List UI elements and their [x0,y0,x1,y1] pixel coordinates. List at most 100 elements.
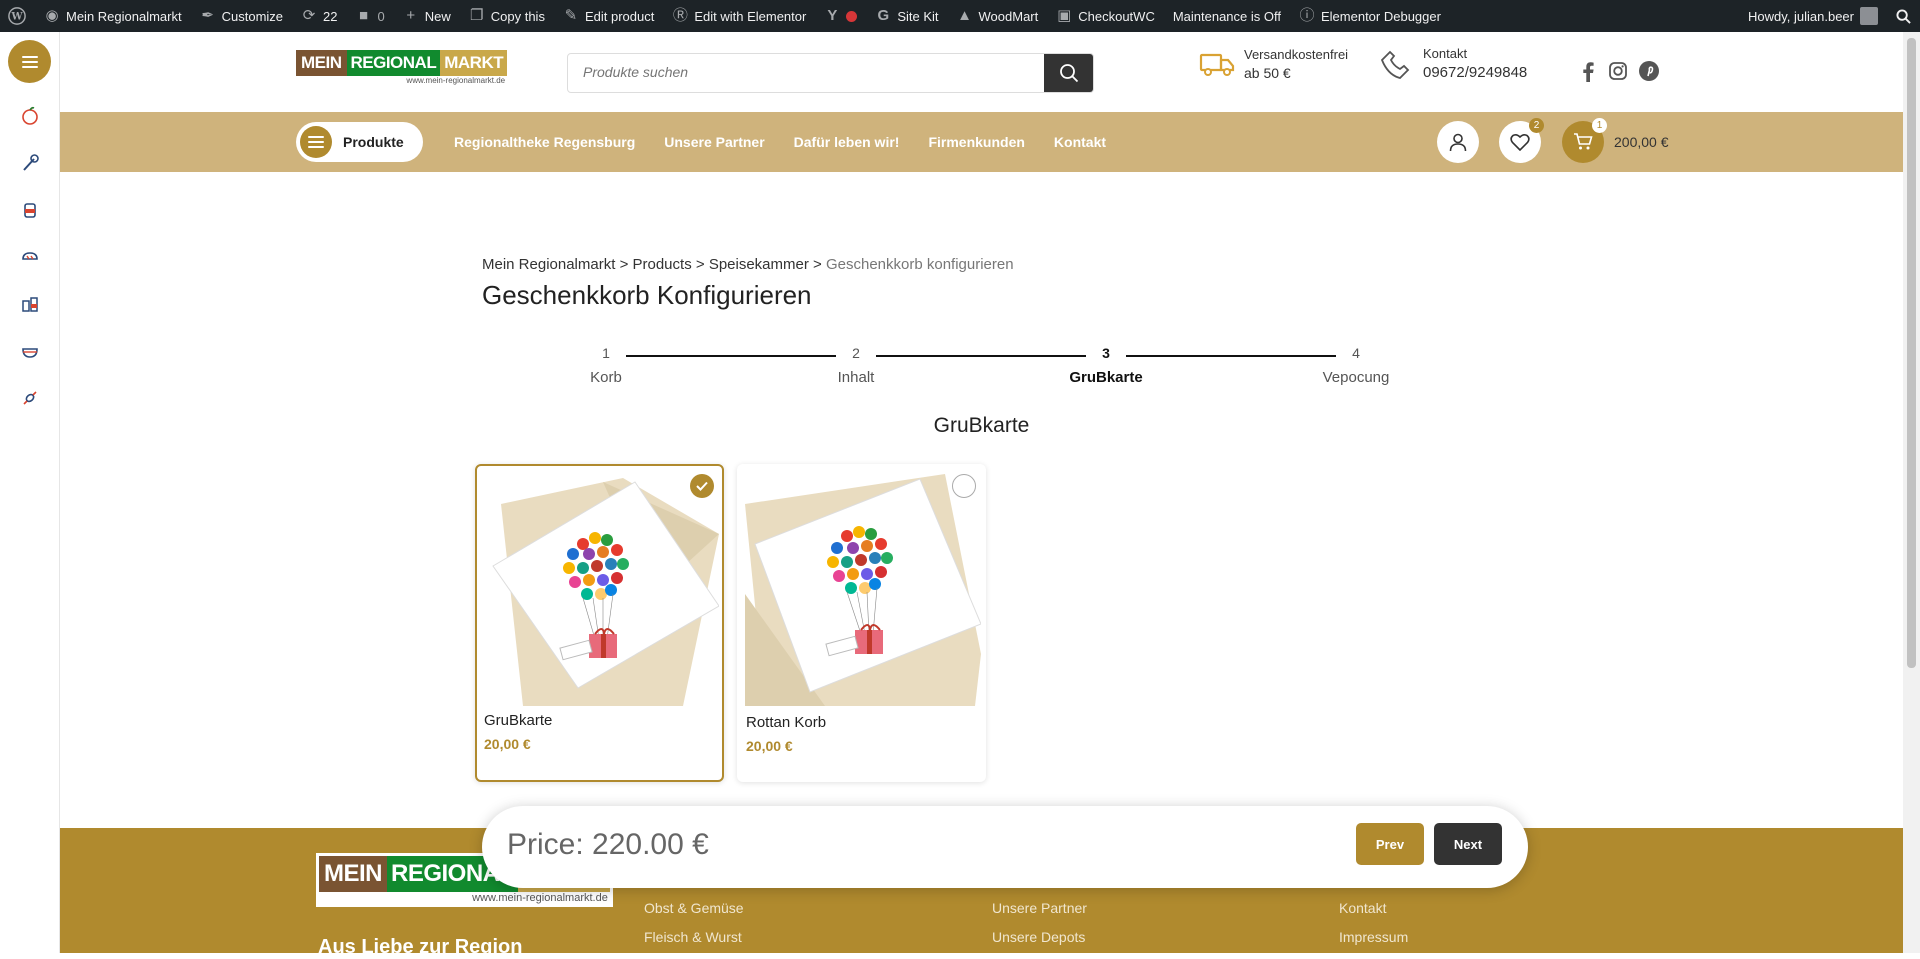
elementor-debugger-link[interactable]: ⓘ Elementor Debugger [1290,0,1450,32]
info-icon: ⓘ [1299,7,1315,24]
plus-icon: + [406,7,416,24]
menu-icon [308,136,324,148]
nav-link-partner[interactable]: Unsere Partner [664,134,764,150]
sticky-category-sidebar [0,32,60,953]
account-button[interactable] [1437,121,1479,163]
cart-icon [1574,133,1593,150]
maintenance-link[interactable]: Maintenance is Off [1164,0,1290,32]
breadcrumb-home[interactable]: Mein Regionalmarkt [482,256,615,273]
google-icon: G [877,7,890,24]
instagram-icon[interactable] [1608,61,1628,81]
product-card[interactable]: GruBkarte 20,00 € [475,464,724,782]
checkoutwc-link[interactable]: ▣ CheckoutWC [1047,0,1164,32]
selected-check-icon[interactable] [690,474,714,498]
main-navigation: Produkte Regionaltheke Regensburg Unsere… [60,112,1903,172]
bowl-icon[interactable] [19,340,41,362]
new-content-link[interactable]: + New [394,0,460,32]
page-scrollbar[interactable] [1903,32,1920,953]
cart-count-badge: 1 [1592,118,1607,133]
search-input[interactable] [568,54,1058,90]
dashboard-icon: ◉ [45,7,59,24]
updates-link[interactable]: ⟳ 22 [292,0,346,32]
site-name-link[interactable]: ◉ Mein Regionalmarkt [35,0,191,32]
section-title: GruBkarte [933,414,1030,437]
product-search [567,53,1094,93]
prev-button[interactable]: Prev [1356,823,1424,865]
site-kit-link[interactable]: G Site Kit [866,0,947,32]
search-button[interactable] [1044,54,1093,92]
step-inhalt[interactable]: 2 Inhalt [796,345,916,386]
product-name: Rottan Korb [746,714,827,731]
menu-icon [21,55,38,68]
phone-hand-icon [1380,50,1410,79]
cart-icon: ▣ [1057,7,1072,24]
footer-link[interactable]: Unsere Partner [992,900,1087,916]
copy-this-link[interactable]: ❐ Copy this [460,0,554,32]
copy-icon: ❐ [470,7,484,24]
site-logo[interactable]: MEIN REGIONAL MARKT www.mein-regionalmar… [296,50,508,85]
wordpress-logo-icon[interactable]: W [0,0,35,32]
pinterest-icon[interactable] [1638,60,1660,82]
footer-link[interactable]: Fleisch & Wurst [644,929,744,945]
customize-link[interactable]: ✒ Customize [191,0,292,32]
step-korb[interactable]: 1 Korb [546,345,666,386]
nav-link-firmenkunden[interactable]: Firmenkunden [928,134,1024,150]
footer-link[interactable]: Obst & Gemüse [644,900,744,916]
admin-search-button[interactable] [1887,0,1920,32]
yoast-link[interactable]: Y [815,0,866,32]
breadcrumb-speisekammer[interactable]: Speisekammer [709,256,809,273]
seo-status-dot [846,10,858,22]
scrollbar-thumb[interactable] [1907,38,1916,668]
heart-icon [1510,133,1530,151]
user-icon [1449,133,1467,152]
comment-icon: ■ [358,7,369,24]
greeting-card-image [492,478,719,706]
header-top: MEIN REGIONAL MARKT www.mein-regionalmar… [60,32,1903,112]
nav-link-regionaltheke[interactable]: Regionaltheke Regensburg [454,134,635,150]
footer-link[interactable]: Kontakt [1339,900,1408,916]
products-menu-button[interactable]: Produkte [296,122,423,162]
brush-icon: ✒ [201,7,214,24]
my-account-link[interactable]: Howdy, julian.beer [1739,0,1887,32]
drinks-icon[interactable] [19,293,41,315]
menu-toggle-button[interactable] [8,40,51,83]
wishlist-count-badge: 2 [1529,118,1544,133]
footer-column-categories: Obst & Gemüse Fleisch & Wurst [644,900,744,958]
configurator-stepper: 1 Korb 2 Inhalt 3 GruBkarte 4 Vepocung [556,345,1389,395]
cart-button[interactable]: 1 200,00 € [1562,118,1669,163]
sausage-icon[interactable] [19,152,41,174]
updates-icon: ⟳ [302,7,316,24]
product-card[interactable]: Rottan Korb 20,00 € [737,464,986,782]
bread-icon[interactable] [19,246,41,268]
greeting-card-image [745,474,981,706]
social-links [1578,60,1660,82]
footer-link[interactable]: Impressum [1339,929,1408,945]
product-name: GruBkarte [484,712,553,729]
comments-link[interactable]: ■ 0 [347,0,394,32]
woodmart-link[interactable]: ▲ WoodMart [948,0,1048,32]
price-bar: Price: 220.00 € Prev Next [482,806,1528,888]
edit-elementor-link[interactable]: Ⓡ Edit with Elementor [663,0,815,32]
contact-info[interactable]: Kontakt 09672/9249848 [1377,44,1527,82]
jar-icon[interactable] [19,199,41,221]
next-button[interactable]: Next [1434,823,1502,865]
total-price: Price: 220.00 € [507,828,709,861]
wp-admin-bar: W ◉ Mein Regionalmarkt ✒ Customize ⟳ 22 … [0,0,1920,32]
svg-text:W: W [10,12,23,23]
cart-total: 200,00 € [1614,134,1669,150]
step-grusskarte[interactable]: 3 GruBkarte [1046,345,1166,386]
edit-product-link[interactable]: ✎ Edit product [554,0,663,32]
wishlist-button[interactable]: 2 [1499,118,1544,163]
nav-link-kontakt[interactable]: Kontakt [1054,134,1106,150]
facebook-icon[interactable] [1578,60,1598,82]
breadcrumb-products[interactable]: Products [633,256,692,273]
nav-link-dafuer-leben-wir[interactable]: Dafür leben wir! [794,134,900,150]
product-price: 20,00 € [484,736,531,752]
apple-icon[interactable] [19,105,41,127]
unselected-radio-icon[interactable] [952,474,976,498]
footer-link[interactable]: Unsere Depots [992,929,1087,945]
step-verpackung[interactable]: 4 Vepocung [1296,345,1416,386]
elementor-icon: Ⓡ [672,7,688,24]
truck-icon [1199,53,1235,76]
candy-icon[interactable] [19,387,41,409]
